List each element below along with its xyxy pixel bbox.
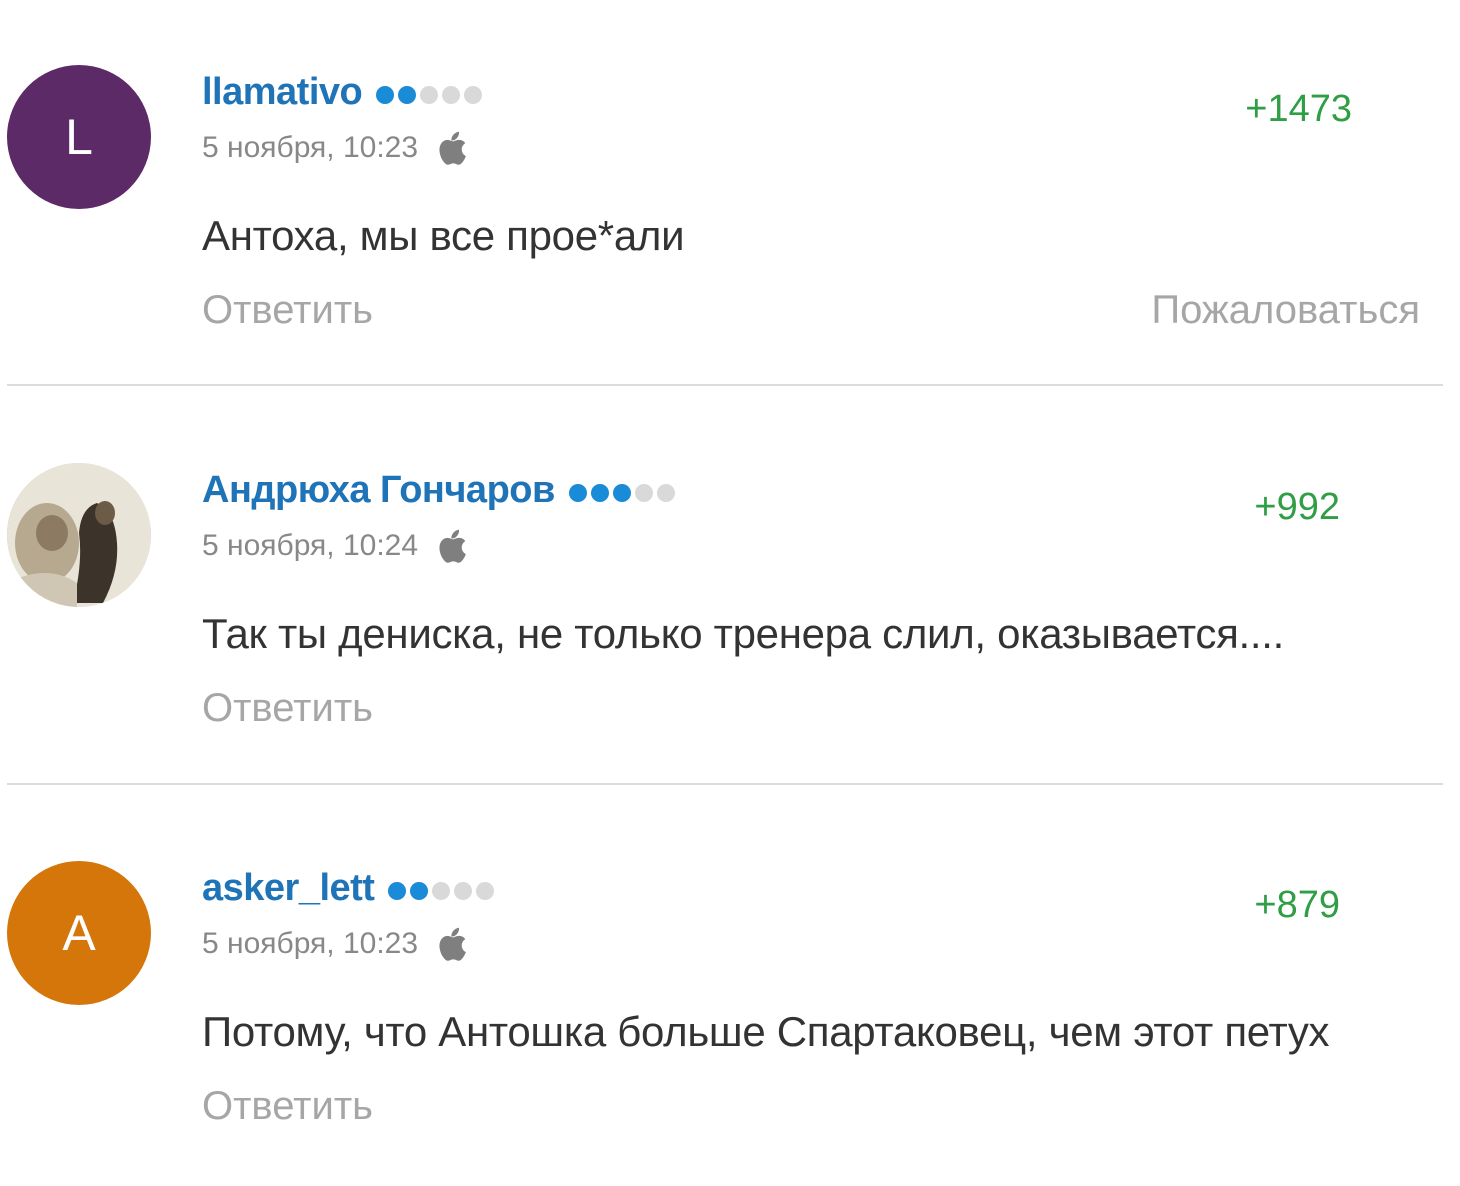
comment-text: Антоха, мы все прое*али [202, 212, 685, 259]
comments-list: L llamativo 5 ноября, 10:23 +1473 Антоха… [0, 0, 1460, 1157]
author-name-link[interactable]: Андрюха Гончаров [202, 469, 555, 512]
comment-score: +1473 [1245, 88, 1352, 130]
meta-line: 5 ноября, 10:23 [202, 924, 468, 964]
author-name-link[interactable]: llamativo [202, 71, 363, 114]
rating-dot-filled [398, 86, 417, 104]
author-line: Андрюха Гончаров [202, 466, 675, 514]
comment-divider [7, 384, 1443, 386]
rating-dot-empty [442, 86, 461, 104]
reply-button[interactable]: Ответить [202, 288, 373, 333]
report-button[interactable]: Пожаловаться [1151, 288, 1420, 333]
author-rating [388, 876, 495, 900]
rating-dot-empty [420, 86, 439, 104]
comment-item: A asker_lett 5 ноября, 10:23 +879 Потому… [0, 796, 1460, 1186]
reply-button[interactable]: Ответить [202, 1084, 373, 1129]
rating-dot-empty [656, 484, 675, 502]
apple-icon [434, 925, 468, 963]
author-rating [376, 80, 483, 104]
avatar[interactable] [7, 463, 151, 607]
author-rating [568, 478, 675, 502]
rating-dot-empty [476, 882, 495, 900]
avatar[interactable]: L [7, 65, 151, 209]
comment-timestamp: 5 ноября, 10:23 [202, 131, 419, 164]
comment-text: Потому, что Антошка больше Спартаковец, … [202, 1008, 1330, 1055]
rating-dot-empty [634, 484, 653, 502]
rating-dot-empty [454, 882, 473, 900]
rating-dot-empty [464, 86, 483, 104]
author-line: llamativo [202, 68, 483, 116]
avatar[interactable]: A [7, 861, 151, 1005]
author-name-link[interactable]: asker_lett [202, 867, 375, 910]
rating-dot-filled [590, 484, 609, 502]
comment-timestamp: 5 ноября, 10:24 [202, 529, 419, 562]
apple-icon [434, 129, 468, 167]
comment-timestamp: 5 ноября, 10:23 [202, 927, 419, 960]
rating-dot-filled [410, 882, 429, 900]
reply-button[interactable]: Ответить [202, 686, 373, 731]
comment-item: Андрюха Гончаров 5 ноября, 10:24 +992 Та… [0, 398, 1460, 788]
rating-dot-filled [568, 484, 587, 502]
rating-dot-filled [388, 882, 407, 900]
rating-dot-empty [432, 882, 451, 900]
comment-divider [7, 783, 1443, 785]
meta-line: 5 ноября, 10:24 [202, 526, 468, 566]
comment-score: +992 [1254, 486, 1340, 528]
comment-item: L llamativo 5 ноября, 10:23 +1473 Антоха… [0, 0, 1460, 390]
comment-text: Так ты дениска, не только тренера слил, … [202, 610, 1285, 657]
rating-dot-filled [612, 484, 631, 502]
meta-line: 5 ноября, 10:23 [202, 128, 468, 168]
author-line: asker_lett [202, 864, 495, 912]
comment-score: +879 [1254, 884, 1340, 926]
apple-icon [434, 527, 468, 565]
rating-dot-filled [376, 86, 395, 104]
avatar-photo-image [7, 463, 151, 607]
